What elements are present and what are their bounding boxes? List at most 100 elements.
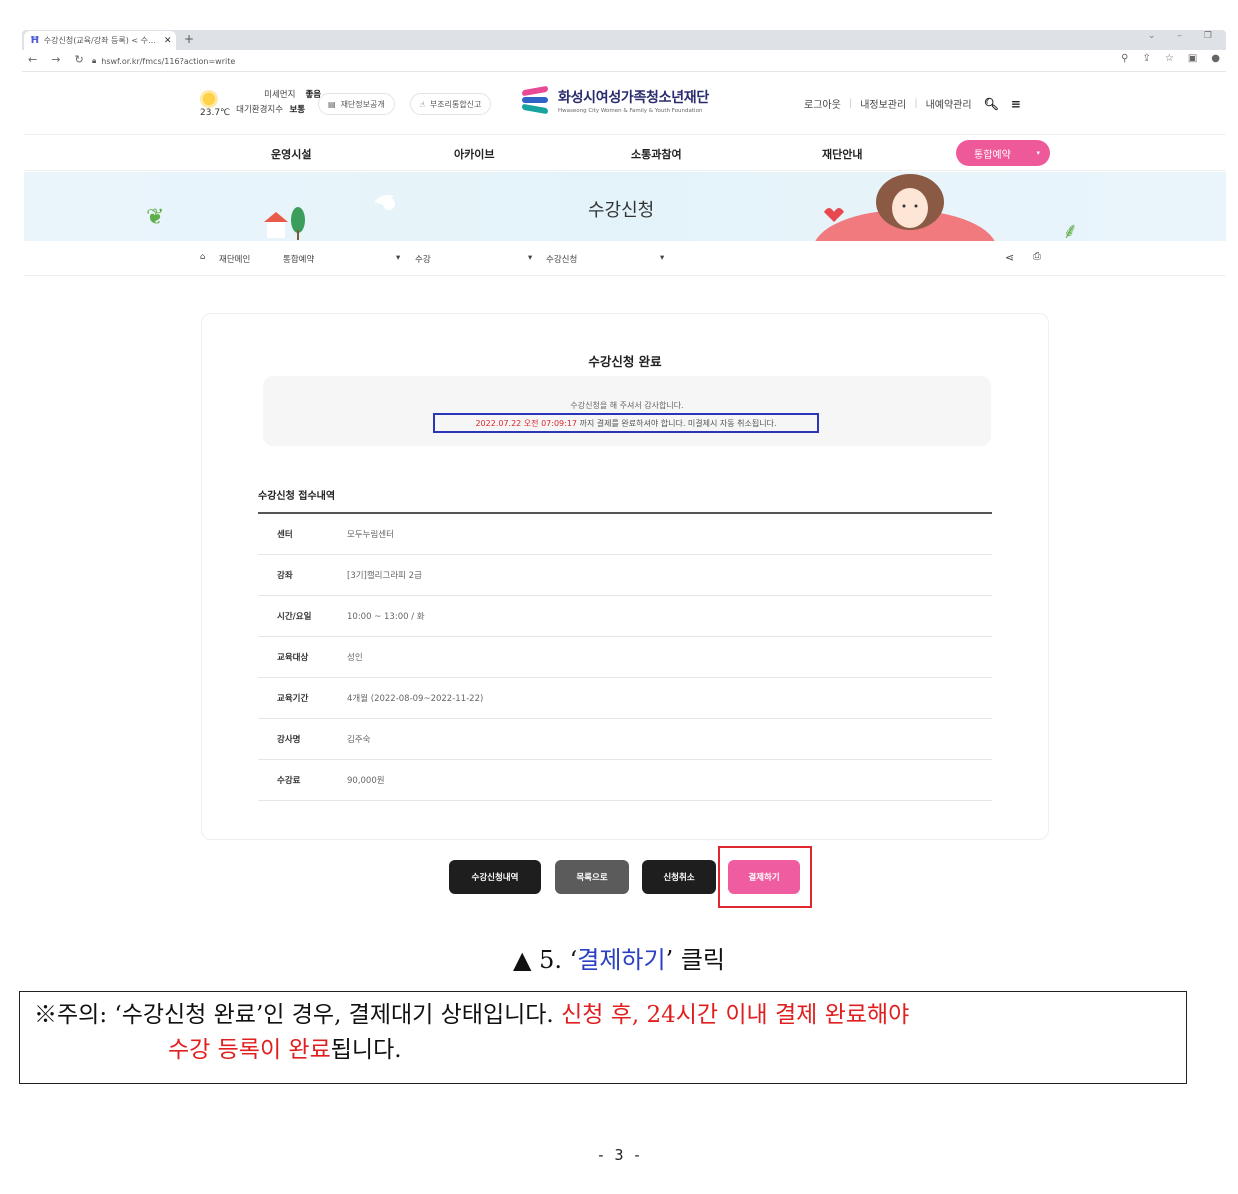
house-tree-icon — [264, 207, 305, 240]
browser-toolbar-icons: ⚲ ⇪ ☆ ▣ ● — [1121, 53, 1220, 64]
girl-illustration — [815, 174, 995, 241]
deadline-datetime: 2022.07.22 오전 07:09:17 — [475, 418, 577, 428]
breadcrumb: ⌂ 재단메인 통합예약 ▾ 수강 ▾ 수강신청 ▾ ⋖ ⎙ — [200, 251, 1050, 268]
nav-participation[interactable]: 소통과참여 — [631, 146, 682, 162]
site-favicon-icon: Ħ — [30, 35, 40, 46]
air-index-label: 대기환경지수 — [236, 105, 284, 115]
lock-icon: 🔒︎ — [92, 56, 97, 65]
url-text: hswf.or.kr/fmcs/116?action=write — [101, 56, 236, 66]
chevron-down-icon[interactable]: ▾ — [528, 253, 532, 263]
nav-archive[interactable]: 아카이브 — [454, 146, 494, 162]
site-logo[interactable]: 화성시여성가족청소년재단 Hwaseong City Women & Famil… — [520, 84, 709, 116]
note-text-2: 됩니다. — [330, 1037, 402, 1063]
detail-row-fee: 수강료 90,000원 — [258, 760, 992, 801]
leaf-left-icon: ❦ — [146, 205, 165, 230]
fine-dust-label: 미세먼지 — [264, 90, 296, 100]
browser-tab-bar — [22, 30, 1226, 50]
window-controls: ⌄ – ❐ — [1148, 31, 1212, 41]
my-info-link[interactable]: 내정보관리 — [860, 96, 906, 111]
detail-row-center: 센터 모두누림센터 — [258, 514, 992, 555]
reload-icon[interactable]: ↻ — [74, 53, 83, 66]
close-tab-icon[interactable]: ✕ — [164, 36, 176, 46]
info-disclosure-label: 재단정보공개 — [340, 99, 385, 109]
note-warning: 신청 후, 24시간 이내 결제 완료해야 — [561, 1002, 910, 1028]
row-value: 90,000원 — [347, 776, 385, 786]
minimize-icon[interactable]: – — [1177, 31, 1182, 41]
weather-widget: 23.7℃ 미세먼지 대기환경지수 좋음 보통 — [200, 88, 321, 118]
row-value: 성인 — [347, 653, 363, 663]
back-icon[interactable]: ← — [28, 53, 37, 66]
breadcrumb-level3[interactable]: 수강신청 — [546, 253, 577, 265]
info-disclosure-button[interactable]: ▤ 재단정보공개 — [318, 93, 395, 115]
logout-link[interactable]: 로그아웃 — [804, 96, 841, 111]
chevron-down-icon: ▾ — [1036, 149, 1040, 157]
temperature: 23.7℃ — [200, 108, 231, 118]
anti-corruption-button[interactable]: ☝ 부조리통합신고 — [410, 93, 492, 115]
zoom-icon[interactable]: ⚲ — [1121, 53, 1128, 64]
row-value: 모두누림센터 — [347, 530, 394, 540]
payment-deadline-message: 2022.07.22 오전 07:09:17 까지 결제를 완료하셔야 합니다.… — [433, 413, 819, 433]
pay-button[interactable]: 결제하기 — [728, 860, 800, 894]
share-icon[interactable]: ⋖ — [1005, 251, 1014, 264]
restore-icon[interactable]: ❐ — [1204, 31, 1212, 41]
nav-about[interactable]: 재단안내 — [822, 146, 862, 162]
caption-highlight: 결제하기 — [577, 946, 666, 974]
thanks-message: 수강신청을 해 주셔서 감사합니다. — [570, 401, 684, 410]
completion-title: 수강신청 완료 — [588, 354, 662, 369]
row-label: 강좌 — [277, 571, 293, 581]
home-icon[interactable]: ⌂ — [200, 252, 205, 262]
print-icon[interactable]: ⎙ — [1033, 251, 1041, 262]
notice-box — [263, 376, 991, 446]
user-menu: 로그아웃 | 내정보관리 | 내예약관리 🔍︎ ≡ — [804, 96, 1021, 112]
note-warning-2: 수강 등록이 완료 — [168, 1037, 331, 1063]
caption-prefix: ▲ 5. ‘ — [513, 946, 578, 974]
breadcrumb-level1[interactable]: 통합예약 — [283, 253, 314, 265]
hand-icon: ☝ — [420, 99, 425, 109]
figure-caption: ▲ 5. ‘결제하기’ 클릭 — [0, 940, 1238, 975]
cancel-application-button[interactable]: 신청취소 — [642, 860, 716, 894]
row-value: 김주숙 — [347, 735, 371, 745]
search-icon[interactable]: 🔍︎ — [984, 97, 999, 111]
chevron-down-icon[interactable]: ▾ — [396, 253, 400, 263]
forward-icon[interactable]: → — [51, 53, 60, 66]
org-name: 화성시여성가족청소년재단 — [558, 89, 709, 106]
detail-row-course: 강좌 [3기]캘리그라피 2급 — [258, 555, 992, 596]
page-title: 수강신청 — [588, 200, 655, 221]
breadcrumb-divider — [24, 275, 1226, 276]
air-index-value: 보통 — [289, 105, 306, 115]
row-label: 센터 — [277, 530, 293, 540]
row-label: 수강료 — [277, 776, 301, 786]
profile-icon[interactable]: ● — [1211, 53, 1220, 64]
detail-row-time: 시간/요일 10:00 ~ 13:00 / 화 — [258, 596, 992, 637]
bookmark-star-icon[interactable]: ☆ — [1165, 53, 1174, 64]
foundation-logo-icon — [520, 84, 552, 116]
url-field[interactable]: 🔒︎ hswf.or.kr/fmcs/116?action=write — [92, 54, 1132, 68]
section-title: 수강신청 접수내역 — [258, 491, 336, 502]
back-to-list-button[interactable]: 목록으로 — [555, 860, 629, 894]
share-icon[interactable]: ⇪ — [1142, 53, 1150, 64]
breadcrumb-home[interactable]: 재단메인 — [219, 253, 250, 265]
side-panel-icon[interactable]: ▣ — [1188, 53, 1197, 64]
detail-row-target: 교육대상 성인 — [258, 637, 992, 678]
new-tab-icon[interactable]: + — [184, 32, 194, 46]
row-label: 교육대상 — [277, 653, 309, 663]
detail-row-period: 교육기간 4개월 (2022-08-09~2022-11-22) — [258, 678, 992, 719]
org-name-en: Hwaseong City Women & Family & Youth Fou… — [558, 107, 703, 114]
browser-tab[interactable]: Ħ 수강신청(교육/강좌 등록) < 수… ✕ — [24, 31, 176, 50]
detail-row-instructor: 강사명 김주숙 — [258, 719, 992, 760]
row-value: 4개월 (2022-08-09~2022-11-22) — [347, 694, 484, 704]
caption-suffix: ’ 클릭 — [665, 946, 725, 974]
menu-icon[interactable]: ≡ — [1011, 97, 1021, 111]
my-reservations-link[interactable]: 내예약관리 — [926, 96, 972, 111]
application-history-button[interactable]: 수강신청내역 — [449, 860, 541, 894]
tab-search-icon[interactable]: ⌄ — [1148, 31, 1156, 41]
nav-facilities[interactable]: 운영시설 — [271, 146, 311, 162]
reservation-dropdown-button[interactable]: 통합예약 ▾ — [956, 140, 1050, 166]
row-label: 시간/요일 — [277, 612, 312, 622]
chevron-down-icon[interactable]: ▾ — [660, 253, 664, 263]
row-label: 강사명 — [277, 735, 301, 745]
row-value: 10:00 ~ 13:00 / 화 — [347, 612, 425, 622]
anti-corruption-label: 부조리통합신고 — [429, 99, 482, 109]
breadcrumb-level2[interactable]: 수강 — [415, 253, 431, 265]
note-text: ※주의: ‘수강신청 완료’인 경우, 결제대기 상태입니다. — [34, 1002, 562, 1028]
